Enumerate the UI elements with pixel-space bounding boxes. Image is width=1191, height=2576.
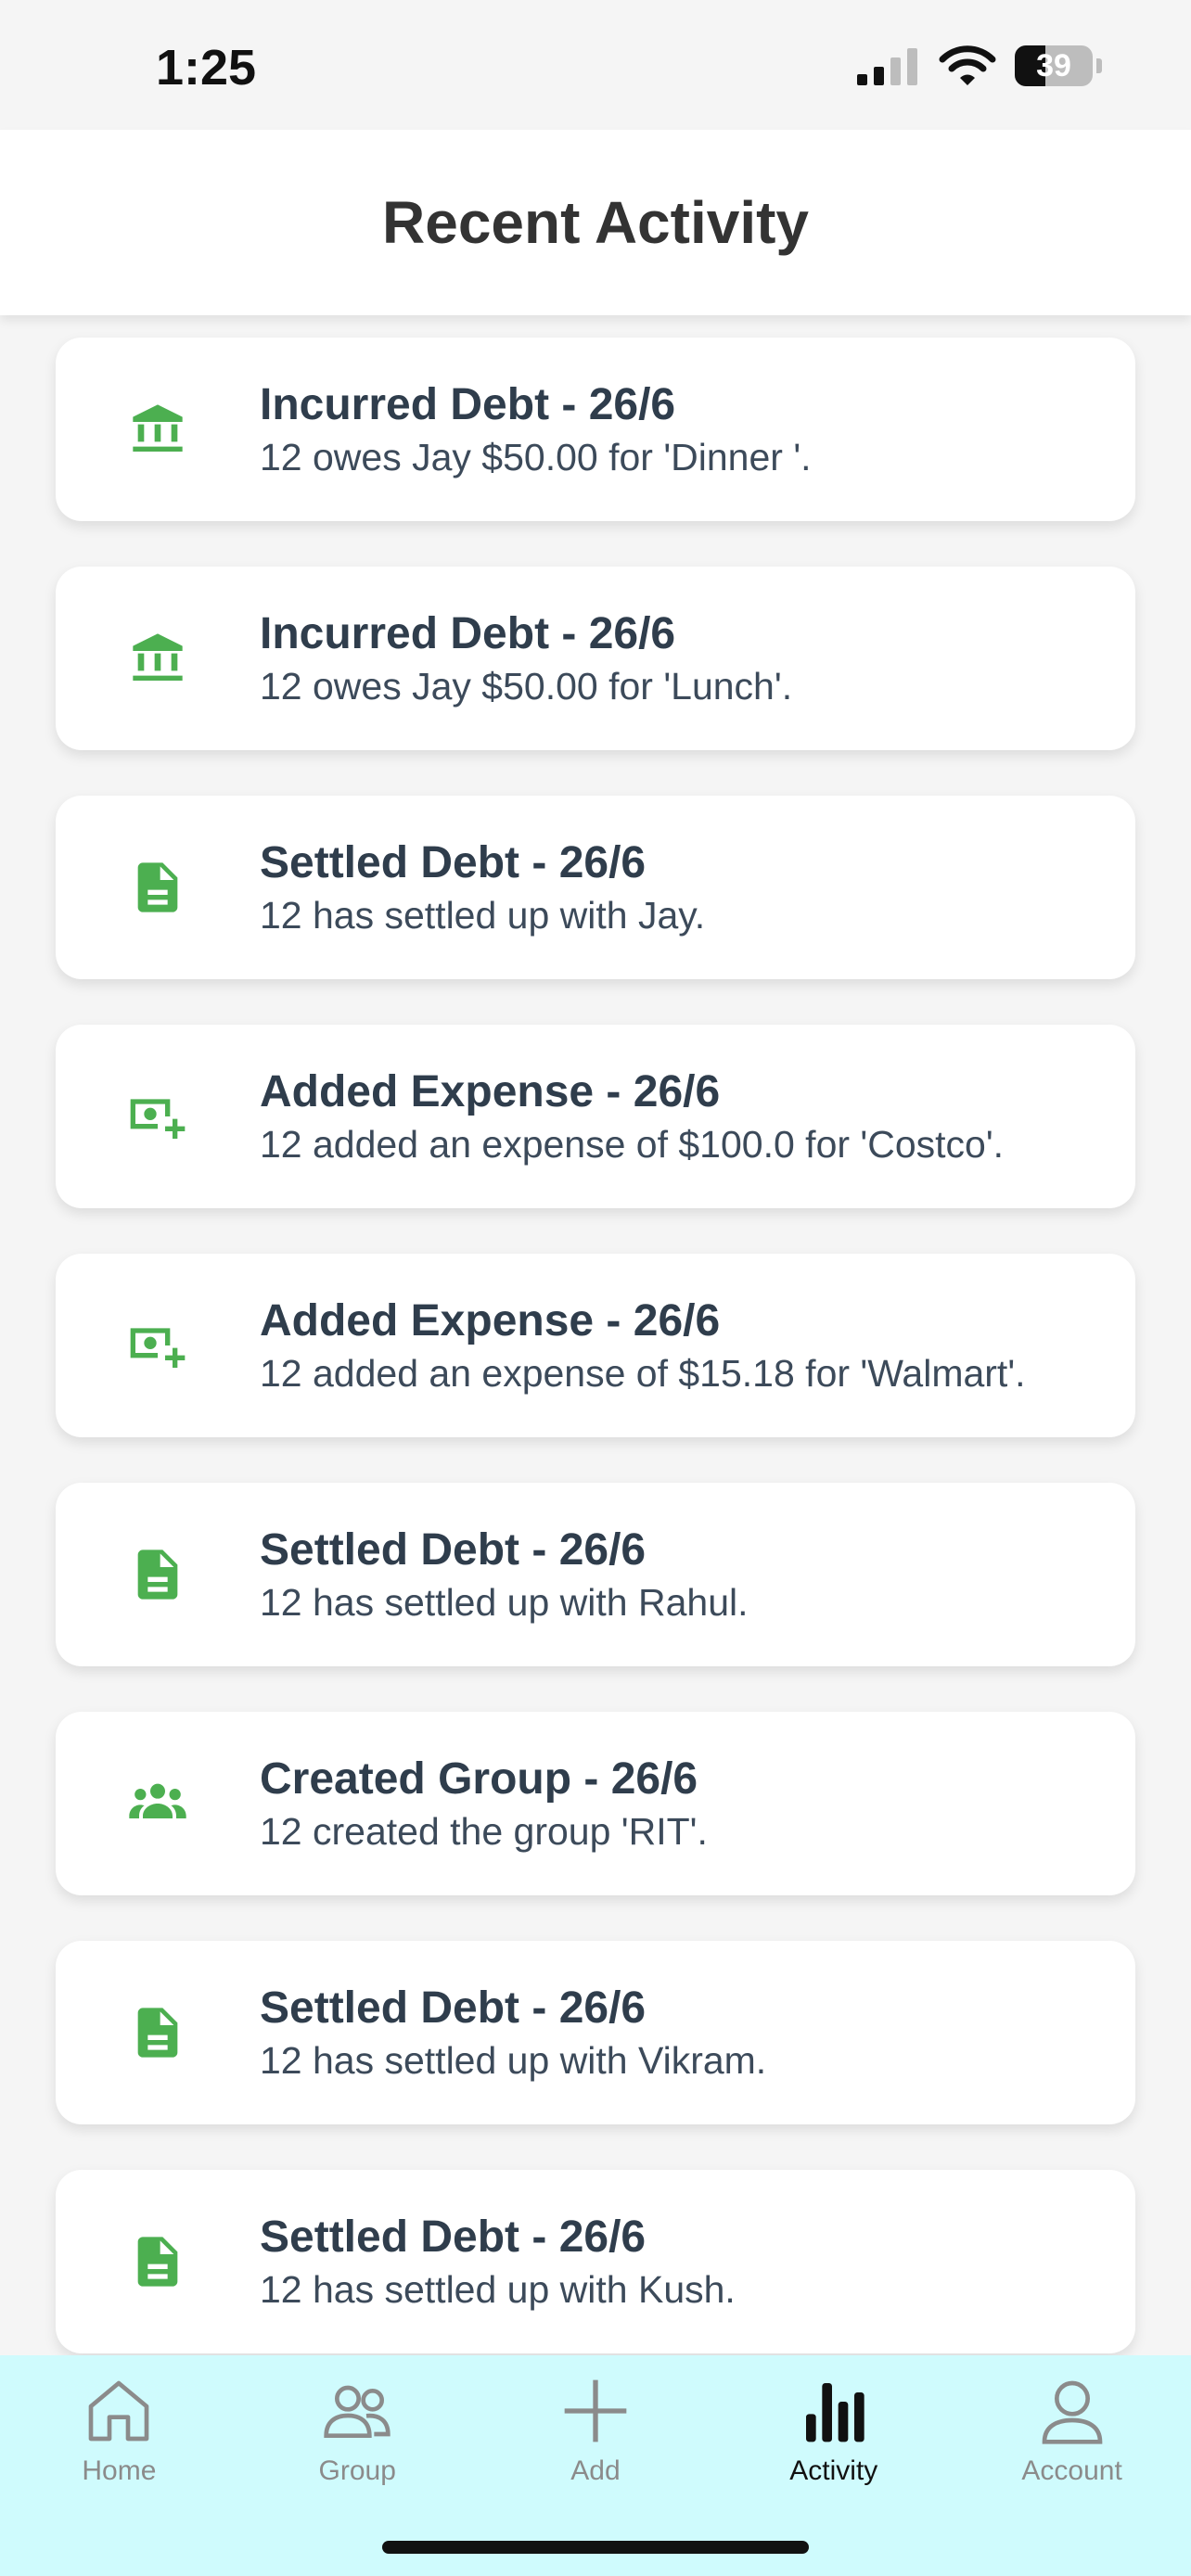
person-icon <box>1042 2380 1102 2444</box>
status-icons: 39 <box>855 45 1102 87</box>
bank-icon <box>133 404 183 452</box>
nav-label: Home <box>82 2455 157 2486</box>
activity-description: 12 owes Jay $50.00 for 'Lunch'. <box>260 665 793 708</box>
activity-card[interactable]: Settled Debt - 26/6 12 has settled up wi… <box>56 1483 1135 1666</box>
activity-card[interactable]: Added Expense - 26/6 12 added an expense… <box>56 1254 1135 1437</box>
activity-title: Settled Debt - 26/6 <box>260 1525 647 1575</box>
battery-level: 39 <box>1036 47 1071 83</box>
home-icon <box>89 2380 149 2442</box>
activity-description: 12 added an expense of $15.18 for 'Walma… <box>260 1352 1026 1395</box>
activity-title: Settled Debt - 26/6 <box>260 1983 647 2033</box>
nav-label: Group <box>318 2455 396 2486</box>
activity-description: 12 has settled up with Vikram. <box>260 2039 767 2082</box>
page-header: Recent Activity <box>0 130 1191 315</box>
document-icon <box>137 2237 178 2287</box>
activity-description: 12 has settled up with Rahul. <box>260 1581 749 1624</box>
activity-card[interactable]: Incurred Debt - 26/6 12 owes Jay $50.00 … <box>56 567 1135 750</box>
nav-label: Activity <box>789 2455 878 2486</box>
activity-description: 12 has settled up with Kush. <box>260 2268 736 2311</box>
group-icon <box>129 1783 186 1818</box>
activity-card[interactable]: Created Group - 26/6 12 created the grou… <box>56 1712 1135 1895</box>
nav-label: Account <box>1021 2455 1122 2486</box>
activity-description: 12 added an expense of $100.0 for 'Costc… <box>260 1123 1005 1166</box>
activity-title: Added Expense - 26/6 <box>260 1296 721 1345</box>
activity-card[interactable]: Added Expense - 26/6 12 added an expense… <box>56 1025 1135 1208</box>
activity-description: 12 owes Jay $50.00 for 'Dinner '. <box>260 436 812 478</box>
nav-home[interactable]: Home <box>0 2355 238 2576</box>
activity-description: 12 has settled up with Jay. <box>260 894 706 937</box>
status-time: 1:25 <box>156 40 257 96</box>
bar-chart-icon <box>805 2383 864 2442</box>
activity-card[interactable]: Settled Debt - 26/6 12 has settled up wi… <box>56 1941 1135 2124</box>
cash-plus-icon <box>130 1328 186 1368</box>
activity-title: Added Expense - 26/6 <box>260 1067 721 1116</box>
activity-title: Incurred Debt - 26/6 <box>260 609 676 658</box>
activity-list[interactable]: Incurred Debt - 26/6 12 owes Jay $50.00 … <box>0 315 1191 2355</box>
activity-title: Created Group - 26/6 <box>260 1754 698 1804</box>
activity-title: Incurred Debt - 26/6 <box>260 380 676 429</box>
activity-title: Settled Debt - 26/6 <box>260 838 647 887</box>
bank-icon <box>133 633 183 681</box>
activity-card[interactable]: Incurred Debt - 26/6 12 owes Jay $50.00 … <box>56 338 1135 521</box>
activity-description: 12 created the group 'RIT'. <box>260 1810 708 1853</box>
battery-icon: 39 <box>1015 45 1093 86</box>
activity-title: Settled Debt - 26/6 <box>260 2213 647 2262</box>
document-icon <box>137 2008 178 2058</box>
document-icon <box>137 862 178 912</box>
document-icon <box>137 1549 178 1600</box>
nav-account[interactable]: Account <box>953 2355 1191 2576</box>
home-indicator[interactable] <box>382 2541 809 2554</box>
nav-label: Add <box>570 2455 621 2486</box>
cash-plus-icon <box>130 1099 186 1139</box>
people-icon <box>324 2385 391 2438</box>
wifi-icon <box>939 45 996 85</box>
page-title: Recent Activity <box>382 189 809 256</box>
plus-icon <box>564 2379 627 2442</box>
status-bar: 1:25 39 <box>0 0 1191 130</box>
cellular-signal-icon <box>857 48 917 85</box>
activity-card[interactable]: Settled Debt - 26/6 12 has settled up wi… <box>56 796 1135 979</box>
activity-card[interactable]: Settled Debt - 26/6 12 has settled up wi… <box>56 2170 1135 2353</box>
